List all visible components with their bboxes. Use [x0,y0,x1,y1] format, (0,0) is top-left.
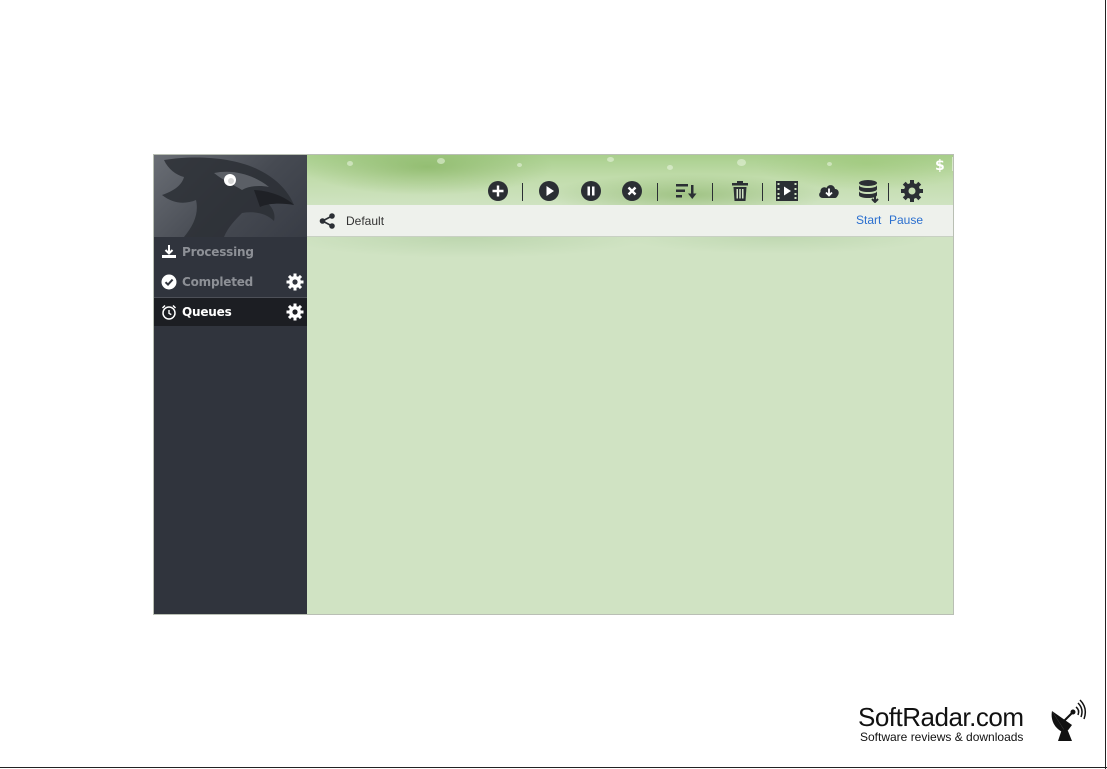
leaf-droplet [517,163,522,167]
pause-icon[interactable] [580,180,602,207]
toolbar-divider [888,183,889,201]
queue-row-default[interactable]: Default Start Pause [307,205,953,237]
delete-icon[interactable] [729,180,751,207]
sidebar-item-label: Completed [182,275,254,289]
gear-icon[interactable] [286,273,304,291]
sidebar-item-completed[interactable]: Completed [154,268,307,296]
titlebar-divider [952,157,953,171]
start-icon[interactable] [538,180,560,207]
satellite-dish-icon [1048,699,1088,748]
toolbar-divider [522,183,523,201]
queue-content-area [307,237,953,614]
check-circle-icon [161,274,177,290]
gear-icon[interactable] [286,303,304,321]
leaf-droplet [737,159,746,166]
sidebar-item-processing[interactable]: Processing [154,238,307,266]
leaf-droplet [437,158,445,164]
svg-text:$: $ [935,158,945,173]
leaf-droplet [607,157,614,162]
toolbar: $ [307,155,953,205]
toolbar-divider [762,183,763,201]
sidebar-item-label: Processing [182,245,254,259]
alarm-clock-icon [161,304,177,320]
sidebar-item-queues[interactable]: Queues [154,297,307,326]
app-window: Processing Completed Queues $ Default St… [153,154,954,615]
sidebar-item-label: Queues [182,305,232,319]
sort-icon[interactable] [675,180,697,207]
watermark: SoftRadar.com Software reviews & downloa… [858,699,1088,747]
leaf-droplet [347,161,353,166]
watermark-subtitle: Software reviews & downloads [860,730,1024,744]
leaf-droplet [667,165,673,170]
video-icon[interactable] [775,180,799,207]
database-icon[interactable] [858,179,882,208]
queue-name: Default [346,214,385,228]
page-border [0,767,1107,768]
toolbar-divider [657,183,658,201]
page-border [1105,0,1106,769]
settings-icon[interactable] [900,179,924,208]
leaf-droplet [827,162,832,166]
sidebar: Processing Completed Queues [154,155,307,614]
queue-start-link[interactable]: Start [856,213,881,227]
toolbar-divider [712,183,713,201]
download-tray-icon [161,244,177,260]
queue-pause-link[interactable]: Pause [889,213,923,227]
stop-icon[interactable] [621,180,643,207]
queue-share-icon [319,213,337,234]
watermark-title: SoftRadar.com [858,702,1024,732]
cloud-download-icon[interactable] [817,180,841,207]
add-icon[interactable] [487,180,509,207]
dollar-icon[interactable]: $ [931,157,949,173]
eagle-logo [154,155,307,237]
